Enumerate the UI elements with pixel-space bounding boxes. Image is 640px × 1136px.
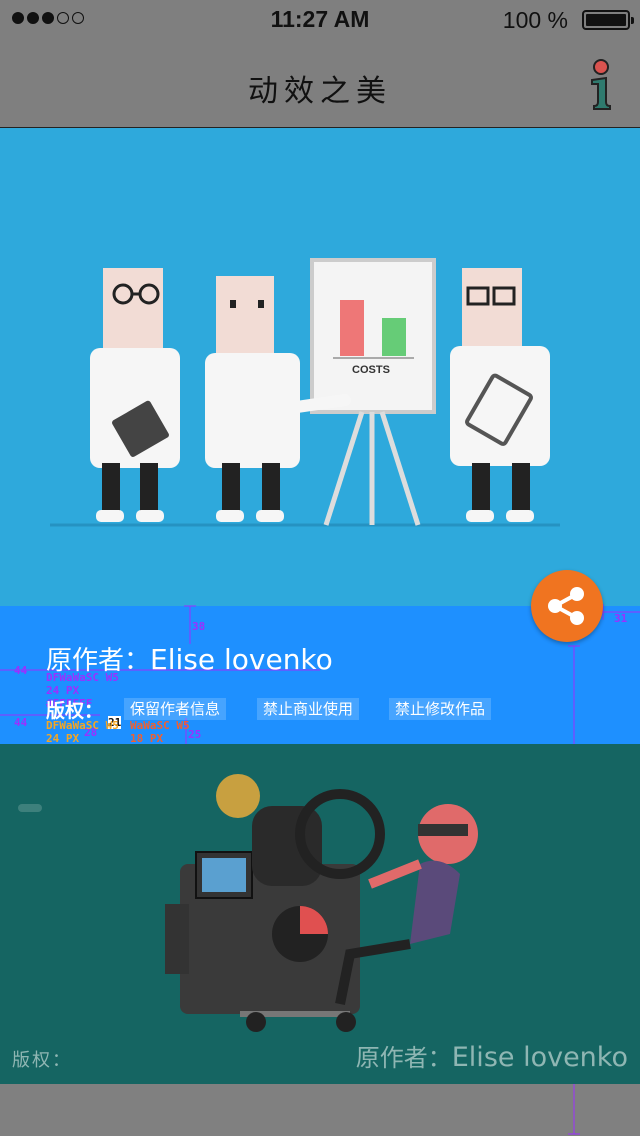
scroll-indicator xyxy=(18,804,42,812)
share-button[interactable] xyxy=(531,570,603,642)
costs-label: COSTS xyxy=(352,364,390,376)
dimension-label: 38 xyxy=(192,620,206,633)
battery-icon xyxy=(582,10,634,30)
scientist-right xyxy=(450,268,550,522)
preview-author-name: Elise lovenko xyxy=(451,1042,628,1073)
shopping-cart xyxy=(165,774,385,1032)
info-icon[interactable] xyxy=(570,54,630,114)
tag-no-modification: 禁止修改作品 xyxy=(389,698,492,720)
dimension-label: 31 xyxy=(614,612,628,625)
hero-illustration: COSTS xyxy=(0,128,640,606)
preview-illustration xyxy=(0,744,640,1084)
preview-author-prefix: 原作者： xyxy=(355,1044,452,1072)
author-name: Elise lovenko xyxy=(150,643,333,676)
page-title: 动效之美 xyxy=(248,74,392,109)
dimension-label: 44 xyxy=(14,716,28,729)
status-bar: 11:27 AM 100 % xyxy=(0,0,640,40)
tag-no-commercial-use: 禁止商业使用 xyxy=(257,698,360,720)
battery-percent: 100 % xyxy=(502,7,568,33)
tag-keep-author-info: 保留作者信息 xyxy=(124,698,227,720)
person xyxy=(335,804,478,1005)
scientist-left xyxy=(90,268,180,522)
presentation-board: COSTS xyxy=(310,258,436,526)
preview-rights-label: 版权： xyxy=(12,1050,72,1071)
preview-author-line: 原作者：Elise lovenko xyxy=(356,1038,628,1073)
dimension-label: 44 xyxy=(14,664,28,677)
share-icon xyxy=(548,587,584,625)
dimension-label: 25 xyxy=(188,728,202,741)
navigation-bar: 动效之美 xyxy=(0,40,640,128)
